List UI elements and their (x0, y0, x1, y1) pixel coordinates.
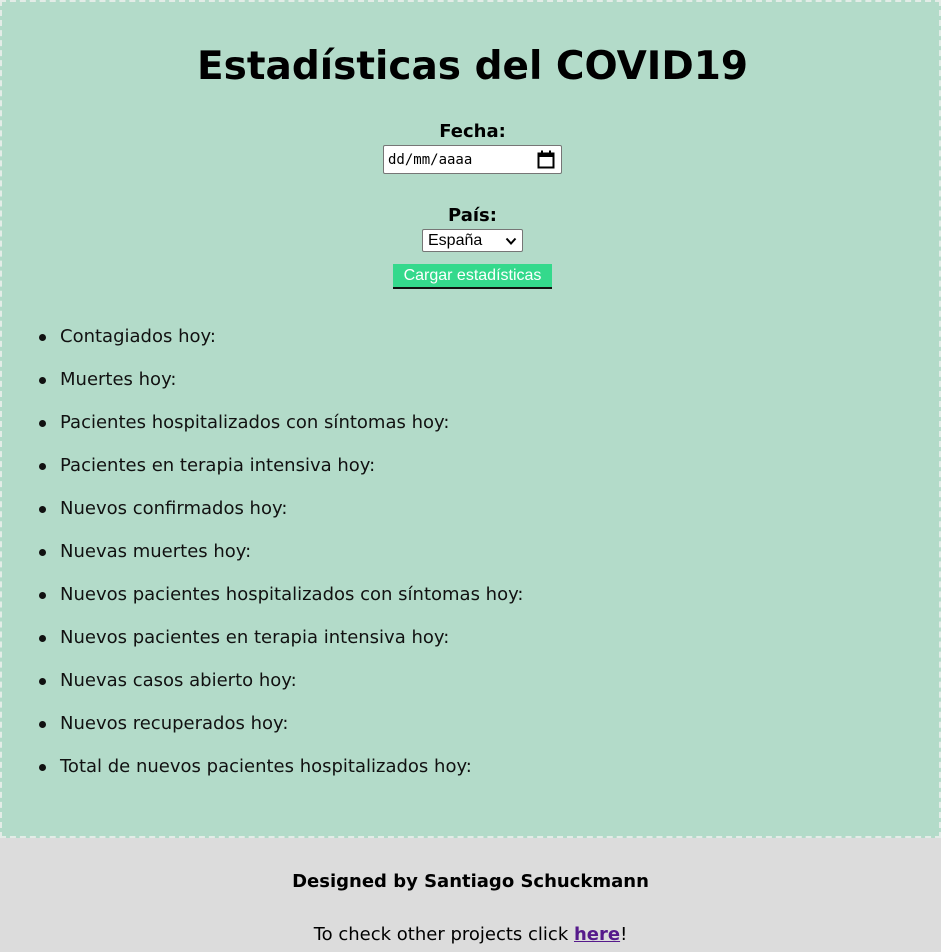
footer-check-suffix: ! (620, 924, 628, 945)
calendar-icon[interactable] (537, 150, 555, 169)
list-item: Pacientes hospitalizados con síntomas ho… (2, 408, 524, 451)
list-item: Nuevas casos abierto hoy: (2, 666, 524, 709)
page-title: Estadísticas del COVID19 (197, 44, 748, 89)
footer-projects-text: To check other projects click here! (0, 924, 941, 946)
load-stats-button[interactable]: Cargar estadísticas (393, 264, 552, 289)
list-item: Nuevas muertes hoy: (2, 537, 524, 580)
footer-credit: Designed by Santiago Schuckmann (292, 871, 649, 892)
date-placeholder: dd/mm/aaaa (388, 152, 473, 168)
country-label: País: (448, 205, 497, 226)
list-item: Nuevos pacientes en terapia intensiva ho… (2, 623, 524, 666)
projects-link[interactable]: here (574, 924, 620, 945)
country-select[interactable]: España (422, 229, 523, 252)
chevron-down-icon (505, 237, 517, 245)
list-item: Nuevos recuperados hoy: (2, 709, 524, 752)
main-section: Estadísticas del COVID19 Fecha: dd/mm/aa… (0, 0, 941, 838)
list-item: Nuevos pacientes hospitalizados con sínt… (2, 580, 524, 623)
stats-list: Contagiados hoy: Muertes hoy: Pacientes … (2, 322, 524, 795)
list-item: Pacientes en terapia intensiva hoy: (2, 451, 524, 494)
date-input[interactable]: dd/mm/aaaa (383, 145, 562, 174)
list-item: Contagiados hoy: (2, 322, 524, 365)
date-label: Fecha: (439, 121, 506, 142)
country-selected-value: España (428, 232, 483, 249)
footer-check-prefix: To check other projects click (313, 924, 574, 945)
footer: Designed by Santiago Schuckmann To check… (0, 838, 941, 952)
list-item: Nuevos confirmados hoy: (2, 494, 524, 537)
list-item: Total de nuevos pacientes hospitalizados… (2, 752, 524, 795)
list-item: Muertes hoy: (2, 365, 524, 408)
